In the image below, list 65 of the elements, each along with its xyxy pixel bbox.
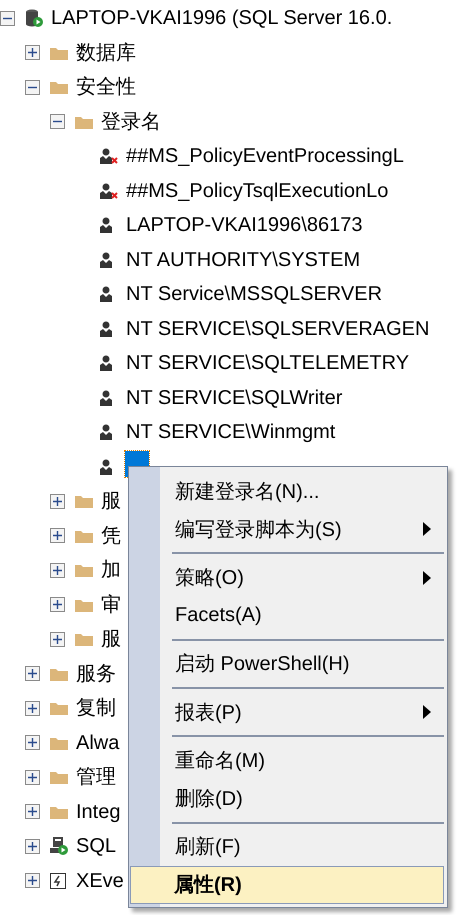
expand-icon[interactable] [25, 45, 40, 60]
tree-item[interactable]: Integ [75, 798, 122, 825]
folder-icon [75, 114, 93, 129]
event-icon [50, 872, 66, 889]
folder-icon [75, 528, 93, 543]
menu-item[interactable]: 报表(P) [160, 692, 444, 732]
menu-item[interactable]: Facets(A) [160, 596, 444, 635]
tree-item[interactable]: 安全性 [75, 74, 137, 100]
expand-icon[interactable] [25, 700, 40, 716]
collapse-icon[interactable] [25, 80, 40, 95]
folder-icon [50, 80, 68, 94]
folder-icon [50, 804, 68, 819]
tree-item[interactable]: 登录名 [100, 108, 162, 135]
tree-item[interactable]: XEve [75, 868, 125, 894]
menu-item[interactable]: 删除(D) [160, 779, 444, 818]
menu-item[interactable]: 策略(O) [160, 558, 444, 597]
tree-item[interactable]: SQL [75, 833, 118, 860]
expand-icon[interactable] [25, 804, 40, 820]
menu-item[interactable]: 属性(R) [130, 866, 444, 904]
tree-item[interactable]: 审 [100, 592, 122, 618]
expand-icon[interactable] [25, 770, 40, 785]
tree-item[interactable]: 管理 [75, 764, 117, 790]
collapse-icon[interactable] [0, 10, 15, 26]
folder-icon [75, 598, 93, 612]
expand-icon[interactable] [25, 838, 40, 854]
folder-icon [50, 736, 68, 750]
tree-item[interactable]: NT SERVICE\Winmgmt [125, 419, 336, 446]
tree-item[interactable]: 加 [100, 557, 122, 584]
folder-icon [75, 632, 93, 646]
tree-item[interactable]: NT SERVICE\SQLTELEMETRY [125, 350, 410, 376]
menu-item[interactable]: 编写登录脚本为(S) [160, 510, 444, 548]
tree-item[interactable]: NT Service\MSSQLSERVER [125, 281, 384, 308]
expand-icon[interactable] [50, 494, 65, 509]
expand-icon[interactable] [50, 562, 65, 578]
menu-item[interactable]: 启动 PowerShell(H) [160, 644, 444, 683]
menu-item[interactable]: 刷新(F) [160, 828, 444, 866]
tree-item[interactable]: LAPTOP-VKAI1996\86173 [125, 212, 364, 238]
tree-item[interactable]: Alwa [75, 730, 120, 756]
expand-icon[interactable] [50, 597, 65, 612]
folder-icon [75, 563, 93, 578]
expand-icon[interactable] [50, 528, 65, 544]
folder-icon [50, 770, 68, 784]
folder-icon [75, 494, 93, 508]
tree-item[interactable]: NT SERVICE\SQLWriter [125, 384, 344, 411]
tree-item[interactable]: 复制 [75, 695, 117, 722]
database-server-icon [25, 9, 43, 28]
tree-item[interactable]: 服 [100, 626, 122, 652]
collapse-icon[interactable] [50, 114, 65, 130]
tree-item[interactable]: LAPTOP-VKAI1996 (SQL Server 16.0. [50, 5, 394, 32]
agent-icon [50, 837, 68, 856]
folder-icon [50, 666, 68, 681]
tree-item[interactable]: 服 [100, 488, 122, 514]
expand-icon[interactable] [25, 666, 40, 682]
expand-icon[interactable] [50, 632, 65, 647]
tree-item[interactable]: NT SERVICE\SQLSERVERAGEN [125, 316, 430, 342]
tree-item[interactable]: 凭 [100, 522, 122, 549]
tree-item[interactable]: 数据库 [75, 40, 137, 66]
tree-item[interactable]: 服务 [75, 660, 117, 687]
tree-item[interactable]: NT AUTHORITY\SYSTEM [125, 246, 362, 273]
folder-icon [50, 701, 68, 716]
folder-icon [50, 46, 68, 60]
expand-icon[interactable] [25, 735, 40, 750]
menu-item[interactable]: 新建登录名(N)... [160, 472, 444, 510]
expand-icon[interactable] [25, 873, 40, 888]
menu-item[interactable]: 重命名(M) [160, 741, 444, 780]
